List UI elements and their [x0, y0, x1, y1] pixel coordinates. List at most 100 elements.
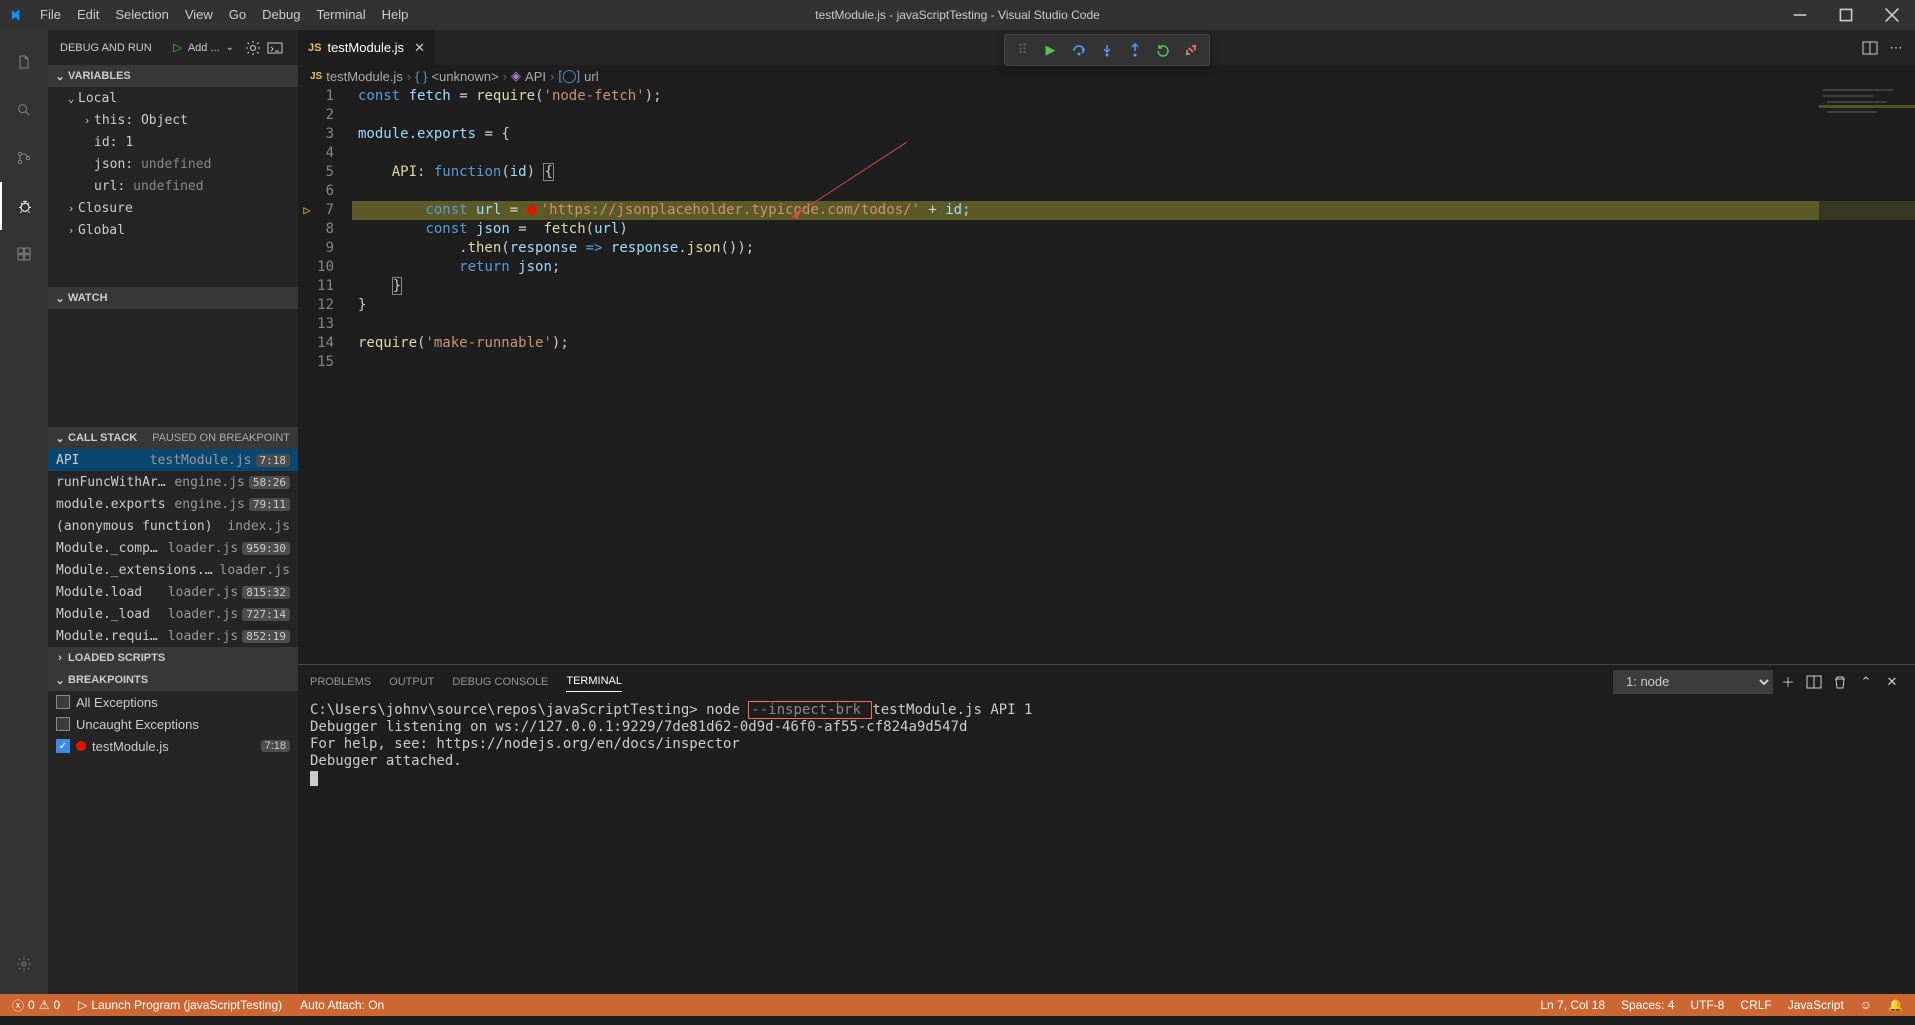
step-out-button[interactable]	[1121, 36, 1149, 64]
disconnect-button[interactable]	[1177, 36, 1205, 64]
menu-view[interactable]: View	[177, 0, 221, 30]
breadcrumb-unknown[interactable]: { }<unknown>	[415, 69, 499, 84]
callstack-item[interactable]: module.exportsengine.js79:11	[48, 493, 298, 515]
menu-terminal[interactable]: Terminal	[308, 0, 373, 30]
tab-terminal[interactable]: TERMINAL	[566, 671, 622, 692]
source-control-icon[interactable]	[0, 134, 48, 182]
split-terminal-icon[interactable]	[1803, 671, 1825, 693]
maximize-button[interactable]	[1823, 0, 1869, 30]
terminal-selector[interactable]: 1: node	[1613, 670, 1773, 694]
checkbox[interactable]	[56, 717, 70, 731]
breakpoints-section-header[interactable]: ⌄BREAKPOINTS	[48, 669, 298, 691]
sb-eol[interactable]: CRLF	[1736, 994, 1775, 1016]
extensions-icon[interactable]	[0, 230, 48, 278]
sb-autoattach[interactable]: Auto Attach: On	[296, 994, 388, 1016]
step-into-button[interactable]	[1093, 36, 1121, 64]
callstack-item[interactable]: Module._compileloader.js959:30	[48, 537, 298, 559]
variables-section-header[interactable]: ⌄VARIABLES	[48, 65, 298, 87]
variables-global[interactable]: ›Global	[48, 219, 298, 241]
debug-sidebar: DEBUG AND RUN ▷ Add ... ⌄ ⌄VARIABLES ⌄Lo…	[48, 30, 298, 994]
menu-debug[interactable]: Debug	[254, 0, 308, 30]
checkbox[interactable]	[56, 695, 70, 709]
callstack-item[interactable]: Module._extensions..jsloader.js	[48, 559, 298, 581]
breadcrumbs[interactable]: JStestModule.js › { }<unknown> › ◈API › …	[298, 65, 1915, 87]
step-over-button[interactable]	[1065, 36, 1093, 64]
sb-spaces[interactable]: Spaces: 4	[1617, 994, 1678, 1016]
callstack-item[interactable]: (anonymous function)index.js	[48, 515, 298, 537]
vscode-icon	[8, 7, 24, 23]
close-panel-icon[interactable]: ✕	[1881, 671, 1903, 693]
more-actions-icon[interactable]: ⋯	[1885, 37, 1907, 59]
terminal-content[interactable]: C:\Users\johnv\source\repos\javaScriptTe…	[298, 698, 1915, 994]
window-title: testModule.js - javaScriptTesting - Visu…	[815, 8, 1100, 22]
checkbox-checked[interactable]: ✓	[56, 739, 70, 753]
debug-icon[interactable]	[0, 182, 48, 230]
callstack-item[interactable]: APItestModule.js7:18	[48, 449, 298, 471]
restart-button[interactable]	[1149, 36, 1177, 64]
close-button[interactable]	[1869, 0, 1915, 30]
sb-errors[interactable]: ⓧ0⚠0	[8, 994, 64, 1016]
kill-terminal-icon[interactable]	[1829, 671, 1851, 693]
tab-debug-console[interactable]: DEBUG CONSOLE	[452, 672, 548, 692]
loaded-scripts-section-header[interactable]: ›LOADED SCRIPTS	[48, 647, 298, 669]
close-tab-icon[interactable]: ✕	[414, 40, 425, 56]
menu-help[interactable]: Help	[374, 0, 417, 30]
sidebar-header: DEBUG AND RUN ▷ Add ... ⌄	[48, 30, 298, 65]
sidebar-title: DEBUG AND RUN	[60, 42, 152, 54]
bp-uncaught-exceptions[interactable]: Uncaught Exceptions	[48, 713, 298, 735]
callstack-item[interactable]: Module.loadloader.js815:32	[48, 581, 298, 603]
menu-edit[interactable]: Edit	[69, 0, 107, 30]
breadcrumb-url[interactable]: [◯]url	[558, 68, 598, 84]
callstack-item[interactable]: Module._loadloader.js727:14	[48, 603, 298, 625]
menu-file[interactable]: File	[32, 0, 69, 30]
terminal-cursor	[310, 771, 318, 786]
settings-icon[interactable]	[0, 940, 48, 988]
gear-icon[interactable]	[242, 37, 264, 59]
drag-handle-icon[interactable]: ⠿	[1009, 36, 1037, 64]
sb-ln-col[interactable]: Ln 7, Col 18	[1536, 994, 1609, 1016]
variables-local[interactable]: ⌄Local	[48, 87, 298, 109]
maximize-panel-icon[interactable]: ⌃	[1855, 671, 1877, 693]
code-content[interactable]: const fetch = require('node-fetch'); mod…	[352, 87, 1915, 664]
tab-output[interactable]: OUTPUT	[389, 672, 434, 692]
variables-id[interactable]: id: 1	[48, 131, 298, 153]
minimap[interactable]	[1819, 87, 1915, 664]
menu-selection[interactable]: Selection	[107, 0, 176, 30]
variables-this[interactable]: ›this: Object	[48, 109, 298, 131]
split-editor-icon[interactable]	[1859, 37, 1881, 59]
debug-config-dropdown[interactable]: ▷ Add ... ⌄	[173, 41, 234, 54]
continue-button[interactable]: ▶	[1037, 36, 1065, 64]
tab-testmodule[interactable]: JS testModule.js ✕	[298, 30, 436, 65]
sb-encoding[interactable]: UTF-8	[1686, 994, 1728, 1016]
variables-json[interactable]: json: undefined	[48, 153, 298, 175]
editor-body[interactable]: ▷ 1234 5678 9101112 131415 const fetch =…	[298, 87, 1915, 664]
minimize-button[interactable]	[1777, 0, 1823, 30]
bottom-panel: PROBLEMS OUTPUT DEBUG CONSOLE TERMINAL 1…	[298, 664, 1915, 994]
sb-feedback-icon[interactable]: ☺	[1856, 994, 1876, 1016]
explorer-icon[interactable]	[0, 38, 48, 86]
sb-launch[interactable]: ▷Launch Program (javaScriptTesting)	[74, 994, 286, 1016]
breadcrumb-api[interactable]: ◈API	[511, 68, 546, 84]
callstack-item[interactable]: Module.requireloader.js852:19	[48, 625, 298, 647]
bp-all-exceptions[interactable]: All Exceptions	[48, 691, 298, 713]
config-name: Add ...	[188, 42, 220, 54]
sb-bell-icon[interactable]: 🔔	[1884, 994, 1907, 1016]
breakpoint-dot-icon	[76, 741, 86, 751]
debug-console-icon[interactable]	[264, 37, 286, 59]
debug-toolbar[interactable]: ⠿ ▶	[1004, 34, 1210, 66]
bp-file-item[interactable]: ✓testModule.js7:18	[48, 735, 298, 757]
callstack-section-header[interactable]: ⌄CALL STACKPaused on breakpoint	[48, 427, 298, 449]
callstack-item[interactable]: runFuncWithArgsengine.js58:26	[48, 471, 298, 493]
breadcrumb-file[interactable]: JStestModule.js	[310, 69, 403, 84]
play-icon: ▷	[78, 998, 87, 1012]
search-icon[interactable]	[0, 86, 48, 134]
watch-section-header[interactable]: ⌄WATCH	[48, 287, 298, 309]
variables-url[interactable]: url: undefined	[48, 175, 298, 197]
variables-closure[interactable]: ›Closure	[48, 197, 298, 219]
menu-go[interactable]: Go	[221, 0, 254, 30]
new-terminal-icon[interactable]: ＋	[1777, 671, 1799, 693]
sb-language[interactable]: JavaScript	[1784, 994, 1848, 1016]
editor-tabs: JS testModule.js ✕ ⠿ ▶ ⋯	[298, 30, 1915, 65]
tab-problems[interactable]: PROBLEMS	[310, 672, 371, 692]
start-debug-icon: ▷	[173, 41, 181, 54]
